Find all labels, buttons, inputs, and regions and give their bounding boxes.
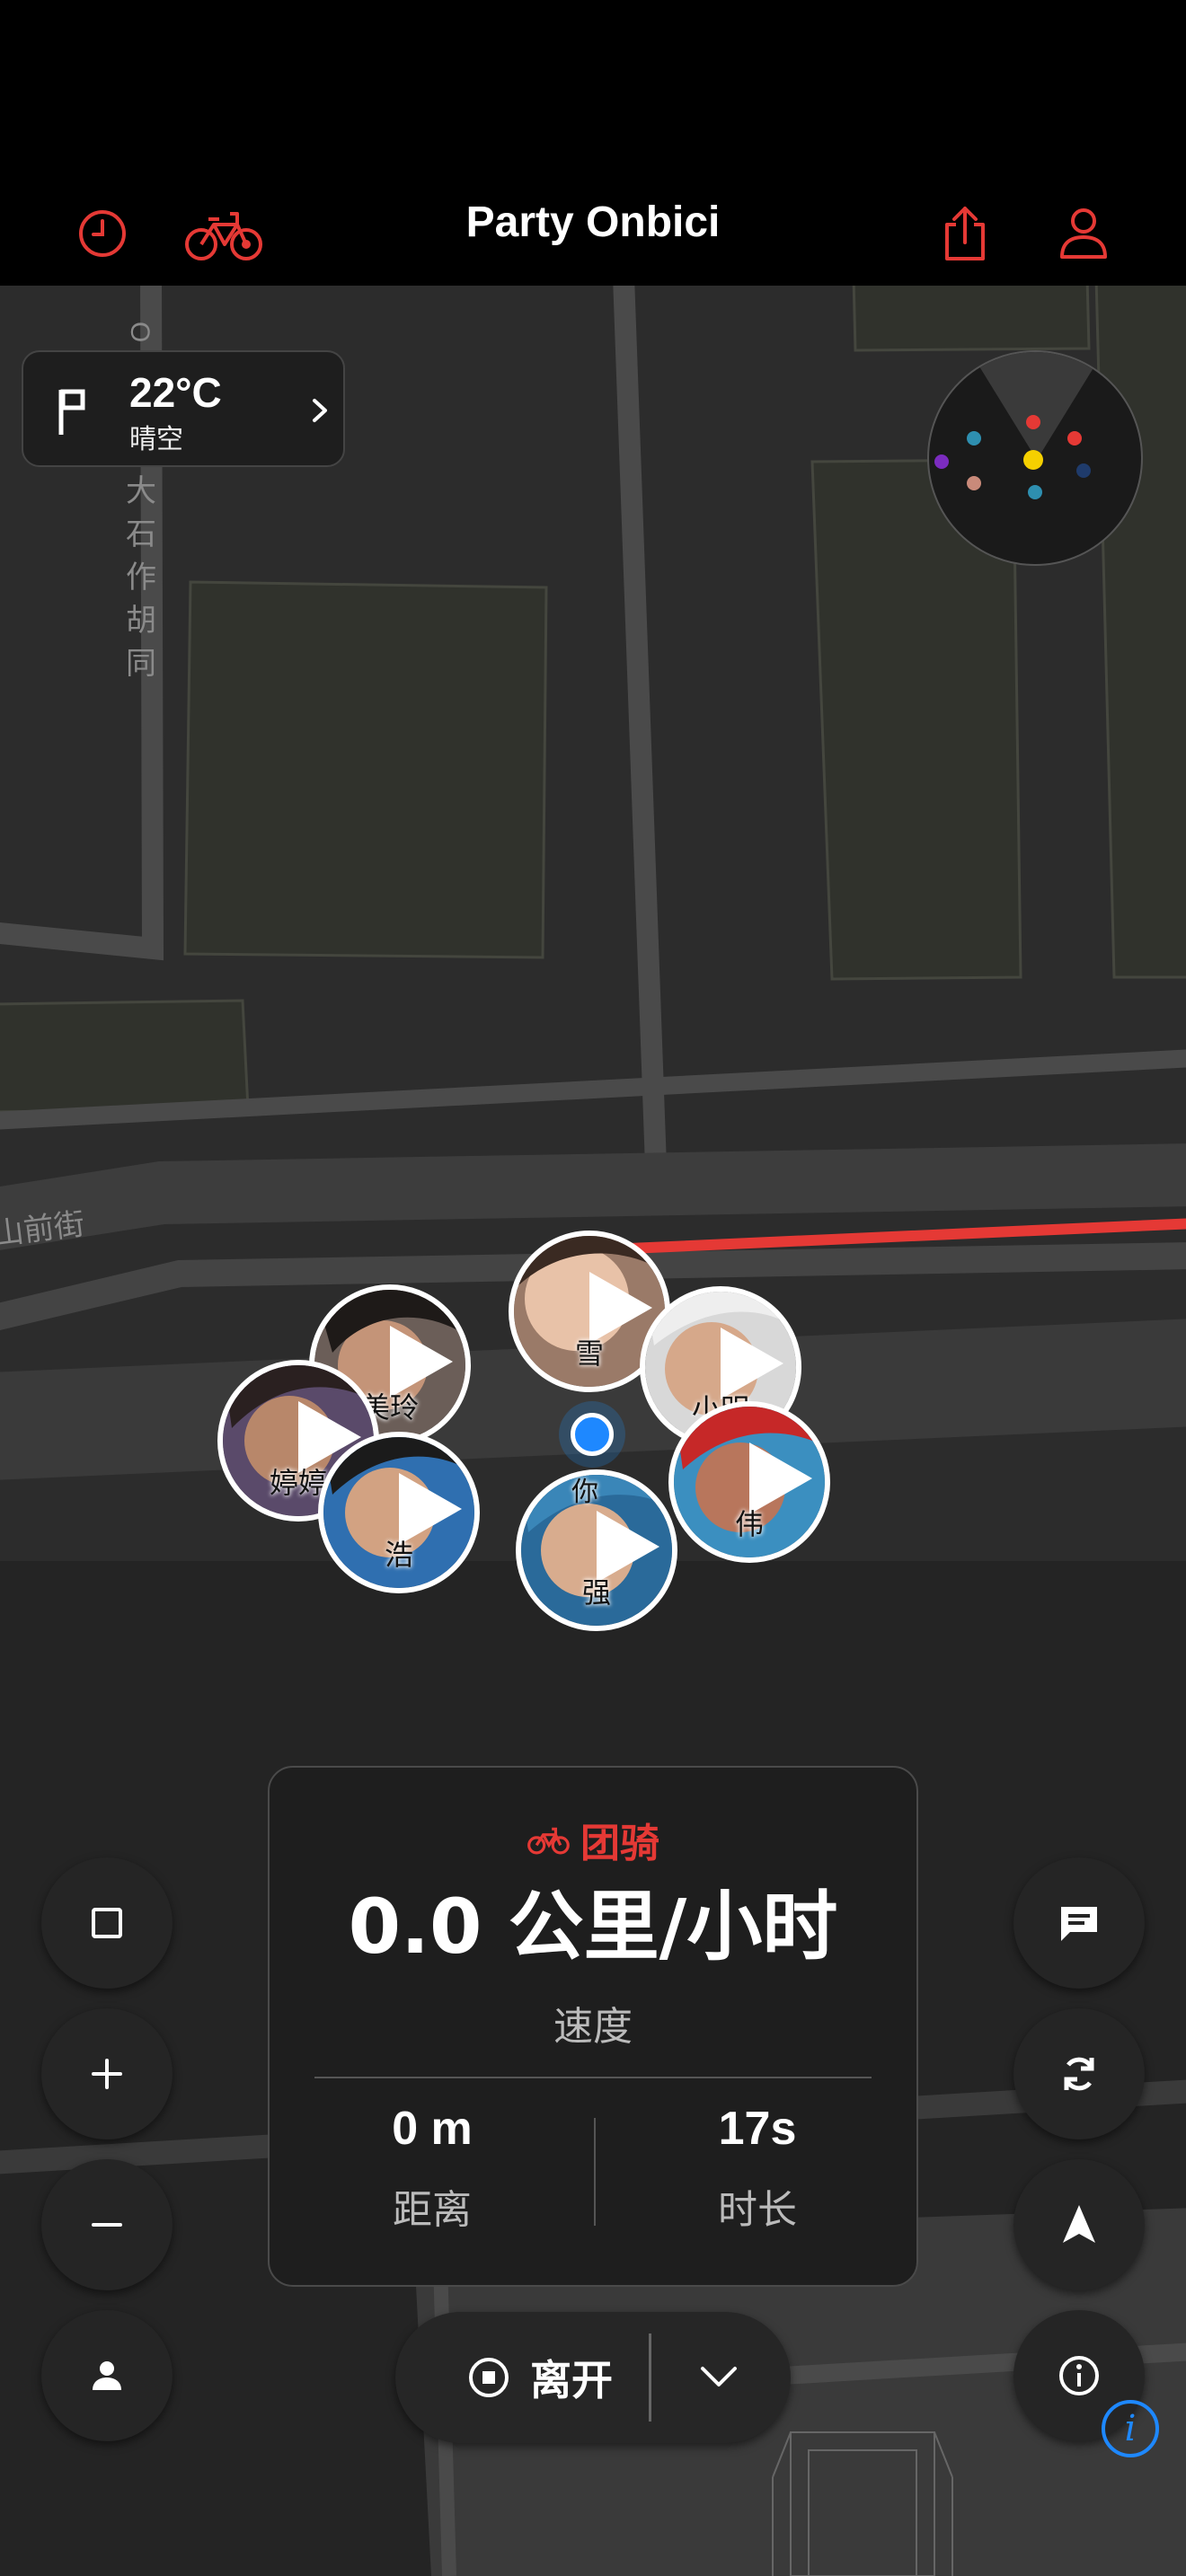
radar-view — [934, 352, 1103, 499]
ride-action-bar: 离开 — [395, 2312, 791, 2443]
top-nav-bar: Party Onbici — [0, 180, 1186, 286]
status-area — [0, 0, 1186, 180]
leave-button[interactable]: 离开 — [467, 2312, 613, 2443]
recenter-button[interactable] — [1013, 2008, 1145, 2139]
rider-name: 强 — [581, 1575, 611, 1610]
divider — [649, 2333, 651, 2422]
zoom-in-button[interactable] — [41, 2008, 173, 2139]
minus-icon — [92, 2223, 122, 2227]
svg-text:石: 石 — [126, 516, 156, 552]
ride-stats-card: 团骑 0.0 公里/小时 速度 0 m 距离 17s 时长 — [268, 1766, 918, 2287]
rider-marker[interactable]: 伟 — [668, 1401, 830, 1563]
my-location-label: 你 — [571, 1477, 598, 1508]
profile-button[interactable] — [1048, 198, 1120, 269]
speed-label: 速度 — [553, 2004, 633, 2050]
rider-marker[interactable]: 浩 — [318, 1432, 480, 1593]
weather-temperature: 22°C — [129, 369, 222, 416]
info-icon — [1059, 2356, 1099, 2395]
chat-button[interactable] — [1013, 1857, 1145, 1989]
weather-chip[interactable]: 22°C 晴空 — [22, 350, 345, 467]
street-label-dashizuo: 大 石 作 胡 同 — [126, 473, 156, 682]
plus-icon — [92, 2059, 122, 2089]
speed-value: 0.0 公里/小时 — [348, 1883, 838, 1971]
navigation-arrow-icon — [1063, 2205, 1095, 2243]
navigation-button[interactable] — [1013, 2159, 1145, 2290]
flag-icon — [58, 389, 85, 435]
group-radar[interactable] — [927, 350, 1143, 566]
stop-icon — [469, 2358, 509, 2397]
share-icon — [945, 207, 985, 260]
distance-label: 距离 — [393, 2187, 472, 2233]
person-icon — [1060, 208, 1107, 259]
square-icon — [92, 1908, 122, 1938]
zoom-out-button[interactable] — [41, 2159, 173, 2290]
share-button[interactable] — [929, 198, 1001, 269]
svg-text:同: 同 — [126, 646, 156, 682]
svg-text:胡: 胡 — [126, 603, 156, 639]
ride-mode: 团骑 — [270, 1811, 916, 1868]
map-attribution-icon[interactable]: i — [1102, 2400, 1159, 2457]
divider — [314, 2077, 872, 2078]
rider-name: 伟 — [734, 1507, 764, 1541]
rider-name: 浩 — [384, 1538, 413, 1572]
refresh-icon — [1064, 2057, 1094, 2091]
bicycle-icon — [527, 1827, 570, 1855]
chevron-right-icon — [313, 399, 327, 422]
distance-value: 0 m — [392, 2103, 473, 2155]
ride-mode-label: 团骑 — [580, 1821, 659, 1866]
person-icon — [93, 2361, 121, 2390]
chevron-down-icon — [701, 2367, 737, 2386]
expand-button[interactable] — [665, 2312, 773, 2443]
my-location-marker — [559, 1401, 625, 1468]
duration-value: 17s — [718, 2103, 797, 2155]
svg-text:大: 大 — [126, 473, 156, 509]
chat-icon — [1061, 1907, 1097, 1941]
svg-text:作: 作 — [126, 560, 156, 595]
leave-label: 离开 — [530, 2356, 613, 2404]
map-style-button[interactable] — [41, 1857, 173, 1989]
weather-condition: 晴空 — [129, 425, 183, 454]
riders-button[interactable] — [41, 2310, 173, 2441]
duration-label: 时长 — [718, 2187, 797, 2233]
app-title: Party Onbici — [465, 198, 721, 246]
